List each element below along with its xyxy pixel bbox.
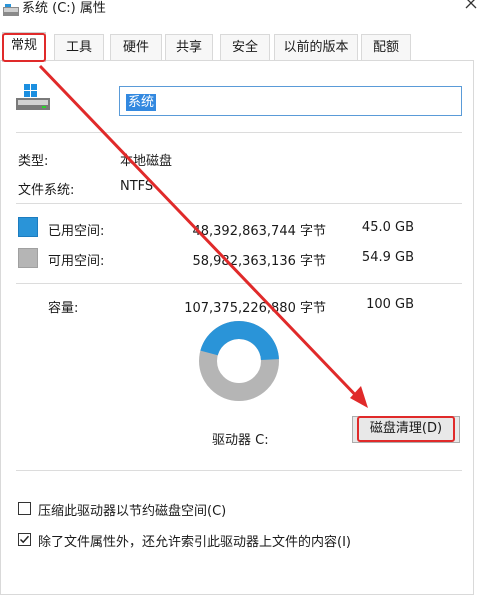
annotation-arrow: [38, 64, 368, 408]
arrow-head: [350, 386, 368, 408]
arrow-line: [38, 64, 366, 406]
